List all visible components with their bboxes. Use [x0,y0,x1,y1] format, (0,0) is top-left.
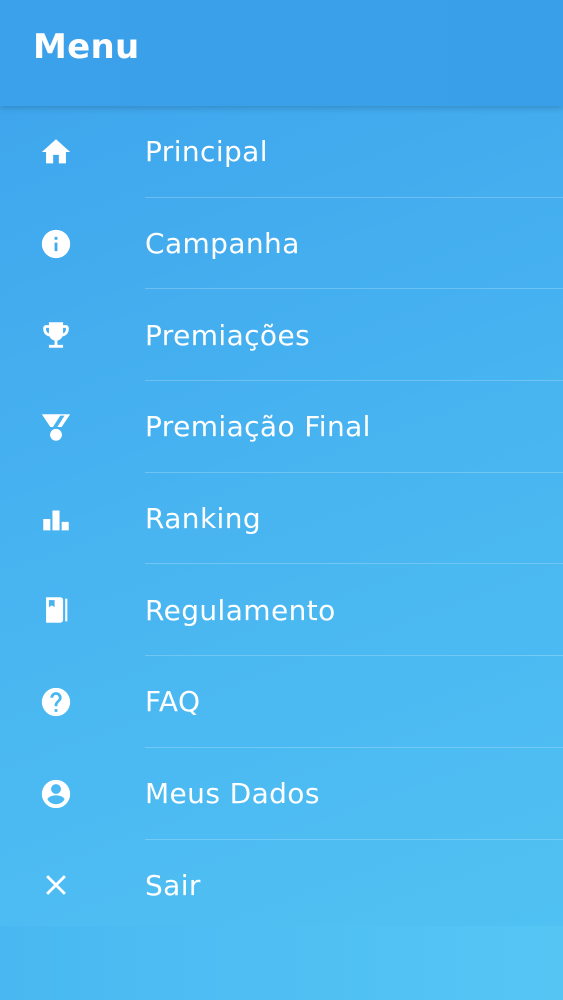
menu-item-sair[interactable]: Sair [0,840,563,932]
menu-item-label: Meus Dados [145,777,320,811]
trophy-icon [38,317,74,353]
menu-footer [0,926,563,1000]
menu-item-premiacoes[interactable]: Premiações [0,289,563,382]
help-icon [38,684,74,720]
account-icon [38,776,74,812]
menu-item-principal[interactable]: Principal [0,106,563,198]
menu-item-regulamento[interactable]: Regulamento [0,564,563,657]
page-title: Menu [33,27,140,67]
medal-icon [38,409,74,445]
menu-item-faq[interactable]: FAQ [0,656,563,748]
menu-item-meus-dados[interactable]: Meus Dados [0,748,563,840]
menu-item-label: FAQ [145,685,201,719]
menu-item-campanha[interactable]: Campanha [0,198,563,290]
menu-item-label: Sair [145,868,201,902]
menu-item-ranking[interactable]: Ranking [0,473,563,565]
menu-item-premiacao-final[interactable]: Premiação Final [0,381,563,473]
menu-item-label: Principal [145,135,268,169]
menu-item-label: Regulamento [145,593,336,627]
ranking-icon [38,501,74,537]
menu-item-label: Premiação Final [145,410,371,444]
info-icon [38,226,74,262]
home-icon [38,134,74,170]
navigation-menu: Principal Campanha Premiações Premiação … [0,106,563,931]
close-icon [38,867,74,903]
app-header: Menu [0,0,563,106]
menu-item-label: Campanha [145,227,300,261]
menu-item-label: Premiações [145,318,311,352]
book-icon [38,592,74,628]
menu-item-label: Ranking [145,502,262,536]
